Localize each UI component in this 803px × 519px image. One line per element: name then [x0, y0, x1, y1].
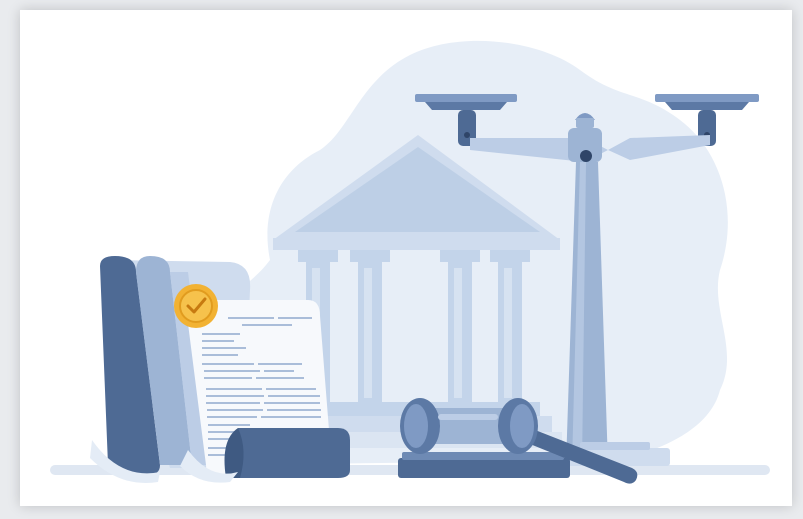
illustration-frame	[20, 10, 792, 506]
justice-illustration	[50, 40, 770, 484]
certificate-seal-icon	[174, 284, 218, 328]
